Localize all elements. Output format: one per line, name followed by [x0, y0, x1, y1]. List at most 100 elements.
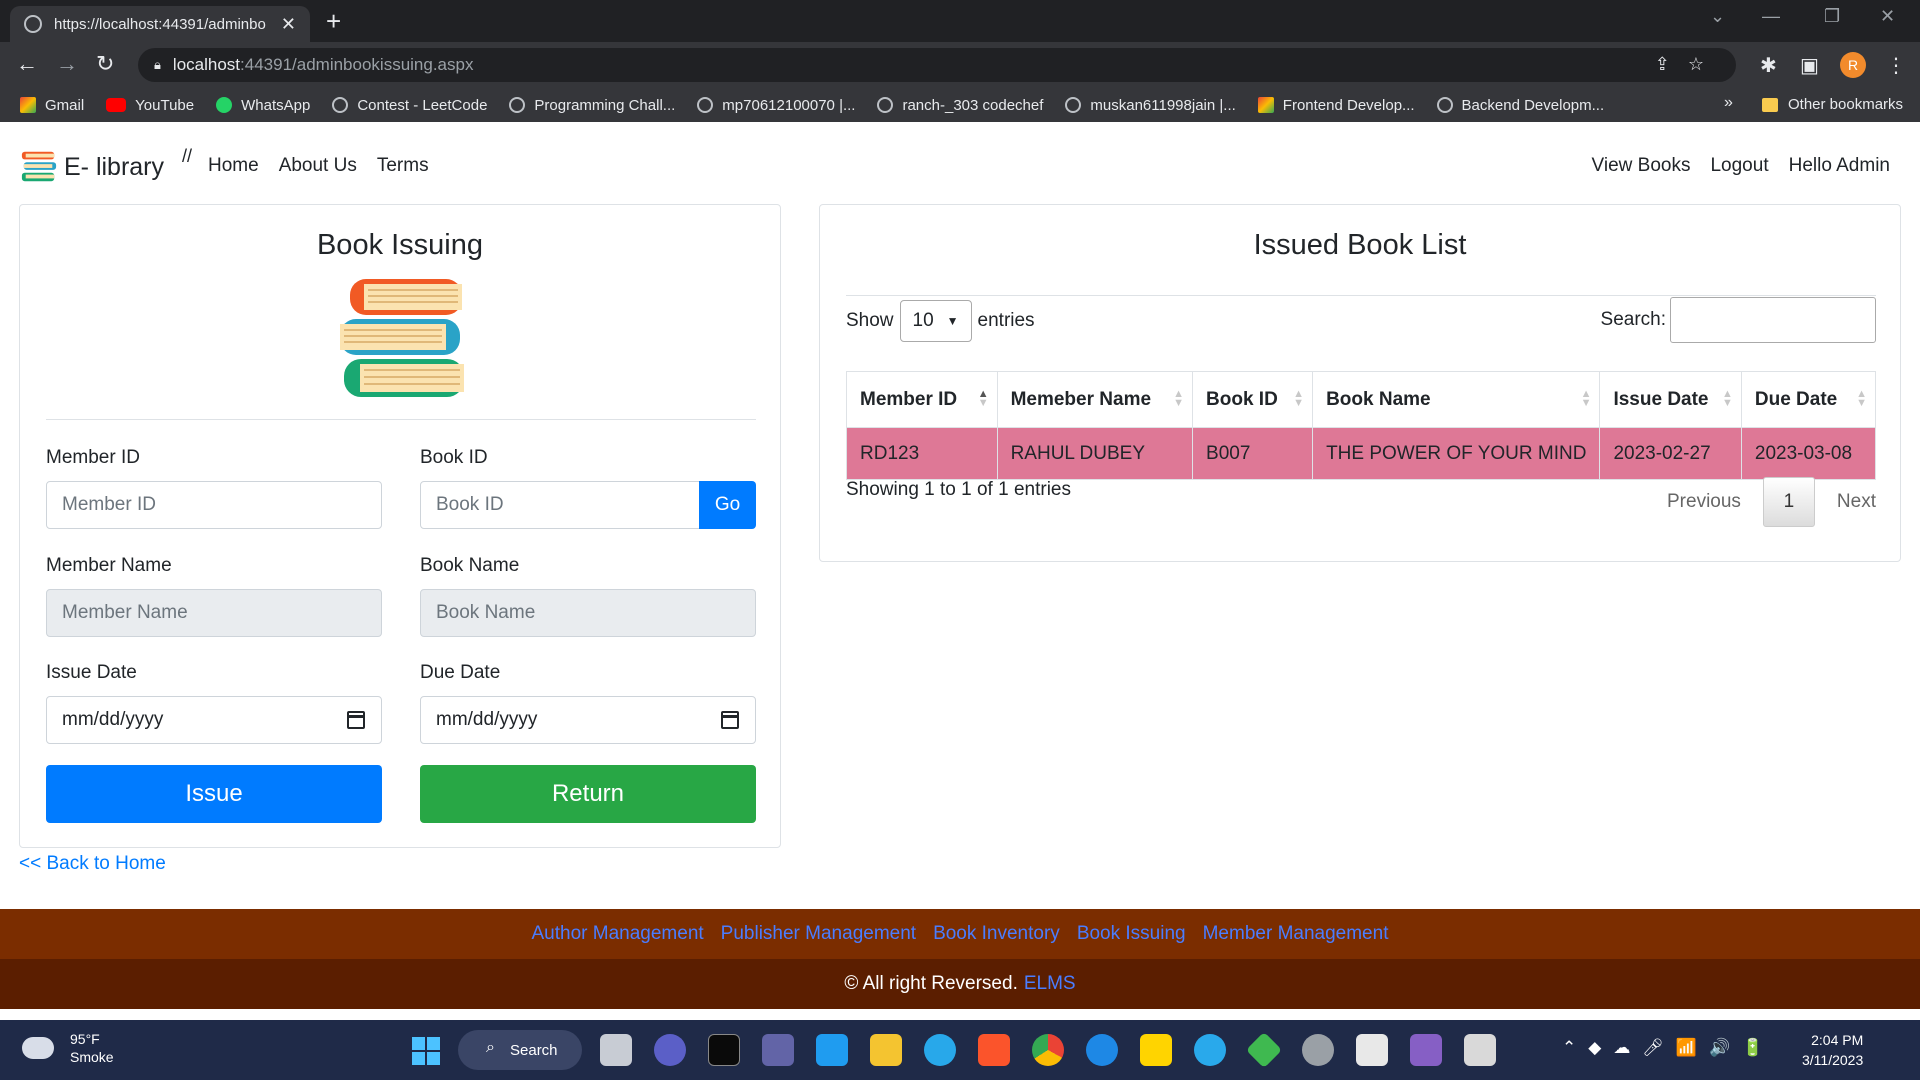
share-star-icons[interactable]: ⇪☆ — [1655, 54, 1722, 75]
calendar-icon[interactable] — [721, 711, 739, 729]
bookmark-label: mp70612100070 |... — [722, 96, 856, 114]
issue-date-input[interactable]: mm/dd/yyyy — [46, 696, 382, 744]
footer-brand-link[interactable]: ELMS — [1024, 973, 1076, 995]
sort-icon: ▲ ▼ — [1580, 388, 1592, 409]
entries-select[interactable]: 10 ▼ — [899, 300, 972, 342]
kebab-menu-icon[interactable]: ⋮ — [1886, 53, 1906, 78]
clock[interactable]: 2:04 PM 3/11/2023 — [1802, 1030, 1863, 1070]
windows-start-icon[interactable] — [412, 1037, 440, 1065]
footer-member-management[interactable]: Member Management — [1203, 923, 1389, 945]
sticky-notes-icon[interactable] — [1140, 1034, 1172, 1066]
minimize-icon[interactable]: — — [1762, 6, 1780, 27]
col-member-id[interactable]: Member ID ▲ ▼ — [846, 371, 998, 428]
nav-separator: // — [182, 146, 193, 166]
bookmark-item[interactable]: Programming Chall... — [509, 97, 675, 114]
previous-button[interactable]: Previous — [1667, 491, 1741, 513]
nav-view-books[interactable]: View Books — [1592, 155, 1691, 177]
back-to-home-link[interactable]: << Back to Home — [19, 853, 166, 875]
system-tray-icons[interactable]: ⌃◆☁︎🎤︎📶🔊🔋 — [1562, 1038, 1775, 1058]
dev-icon[interactable] — [708, 1034, 740, 1066]
store-icon[interactable] — [1356, 1034, 1388, 1066]
brand[interactable]: E- library — [20, 148, 164, 186]
bookmark-item[interactable]: mp70612100070 |... — [697, 97, 855, 114]
go-button[interactable]: Go — [699, 481, 756, 529]
nav-about-us[interactable]: About Us — [279, 155, 357, 177]
git-icon[interactable] — [1245, 1031, 1283, 1069]
maximize-icon[interactable]: ❐ — [1824, 6, 1840, 27]
visual-studio-icon[interactable] — [1410, 1034, 1442, 1066]
member-id-input[interactable]: Member ID — [46, 481, 382, 529]
bookmark-item[interactable]: Gmail — [20, 97, 84, 114]
url-host: localhost — [172, 55, 241, 74]
col-book-name[interactable]: Book Name ▲ ▼ — [1312, 371, 1601, 428]
due-date-value: mm/dd/yyyy — [436, 709, 538, 730]
close-tab-icon[interactable]: ✕ — [281, 14, 296, 35]
col-member-name[interactable]: Memeber Name ▲ ▼ — [996, 371, 1194, 428]
windows-taskbar: 95°F Smoke ⌕ Search ⌃◆☁︎🎤︎📶🔊🔋 2:04 PM 3/… — [0, 1020, 1920, 1080]
due-date-input[interactable]: mm/dd/yyyy — [420, 696, 756, 744]
meet-icon[interactable] — [654, 1034, 686, 1066]
settings-gear-icon[interactable] — [1302, 1034, 1334, 1066]
edge-icon[interactable] — [924, 1034, 956, 1066]
youtube-icon — [106, 98, 127, 112]
bookmark-item[interactable]: Frontend Develop... — [1257, 97, 1415, 114]
calendar-icon[interactable] — [347, 711, 365, 729]
next-button[interactable]: Next — [1837, 491, 1876, 513]
nav-logout[interactable]: Logout — [1710, 155, 1768, 177]
snipping-tool-icon[interactable] — [1464, 1034, 1496, 1066]
chevron-down-icon[interactable]: ⌄ — [1710, 6, 1725, 27]
brave-icon[interactable] — [978, 1034, 1010, 1066]
other-bookmarks[interactable]: Other bookmarks — [1762, 96, 1903, 113]
chrome-icon[interactable] — [1032, 1034, 1064, 1066]
search-input[interactable] — [1670, 297, 1876, 343]
address-bar[interactable]: 🔒︎ localhost :44391/adminbookissuing.asp… — [138, 48, 1736, 82]
task-view-icon[interactable] — [600, 1034, 632, 1066]
browser-tab[interactable]: https://localhost:44391/adminbo ✕ — [10, 6, 310, 42]
telegram-icon[interactable] — [1194, 1034, 1226, 1066]
extensions-icon[interactable]: ✱ — [1760, 53, 1777, 78]
cell-member-id: RD123 — [846, 427, 998, 480]
side-panel-icon[interactable]: ▣ — [1800, 53, 1819, 78]
footer-copyright: © All right Reversed. ELMS — [0, 959, 1920, 1009]
bookmarks-more-icon[interactable]: » — [1724, 94, 1733, 112]
profile-avatar[interactable]: R — [1840, 52, 1866, 78]
book-id-input[interactable]: Book ID — [420, 481, 700, 529]
col-due-date[interactable]: Due Date ▲ ▼ — [1740, 371, 1877, 428]
file-explorer-icon[interactable] — [870, 1034, 902, 1066]
bookmark-label: Backend Developm... — [1461, 96, 1605, 114]
bookmark-item[interactable]: WhatsApp — [216, 97, 310, 114]
table-row[interactable]: RD123 RAHUL DUBEY B007 THE POWER OF YOUR… — [846, 427, 1877, 480]
forward-arrow-icon[interactable]: → — [56, 52, 78, 76]
nav-home[interactable]: Home — [208, 155, 259, 177]
copyright-text: © All right Reversed. — [844, 973, 1018, 994]
col-book-id[interactable]: Book ID ▲ ▼ — [1192, 371, 1314, 428]
footer-book-inventory[interactable]: Book Inventory — [933, 923, 1060, 945]
bookmark-item[interactable]: Backend Developm... — [1436, 96, 1605, 114]
reload-icon[interactable]: ↻ — [96, 52, 114, 76]
compass-icon[interactable] — [1086, 1034, 1118, 1066]
close-window-icon[interactable]: ✕ — [1880, 6, 1895, 27]
vscode-icon[interactable] — [816, 1034, 848, 1066]
return-button[interactable]: Return — [420, 765, 756, 823]
new-tab-icon[interactable]: + — [326, 8, 341, 34]
footer-publisher-management[interactable]: Publisher Management — [721, 923, 916, 945]
weather-widget[interactable]: 95°F Smoke — [22, 1030, 114, 1066]
teams-icon[interactable] — [762, 1034, 794, 1066]
footer-author-management[interactable]: Author Management — [532, 923, 704, 945]
bookmark-item[interactable]: muskan611998jain |... — [1065, 97, 1236, 114]
col-issue-date[interactable]: Issue Date ▲ ▼ — [1599, 371, 1742, 428]
bookmark-item[interactable]: YouTube — [106, 97, 194, 114]
bookmark-item[interactable]: ranch-_303 codechef — [877, 97, 1043, 114]
bookmark-label: Contest - LeetCode — [357, 96, 488, 114]
temperature: 95°F — [70, 1031, 100, 1047]
page-1-button[interactable]: 1 — [1762, 477, 1815, 527]
bookmark-item[interactable]: Contest - LeetCode — [332, 97, 487, 114]
issue-button[interactable]: Issue — [46, 765, 382, 823]
footer-book-issuing[interactable]: Book Issuing — [1077, 923, 1186, 945]
search-icon: ⌕ — [486, 1039, 495, 1056]
taskbar-search[interactable]: ⌕ Search — [458, 1030, 582, 1070]
nav-terms[interactable]: Terms — [377, 155, 429, 177]
book-name-label: Book Name — [420, 555, 520, 576]
nav-hello-admin[interactable]: Hello Admin — [1789, 155, 1890, 177]
back-arrow-icon[interactable]: ← — [16, 52, 38, 76]
